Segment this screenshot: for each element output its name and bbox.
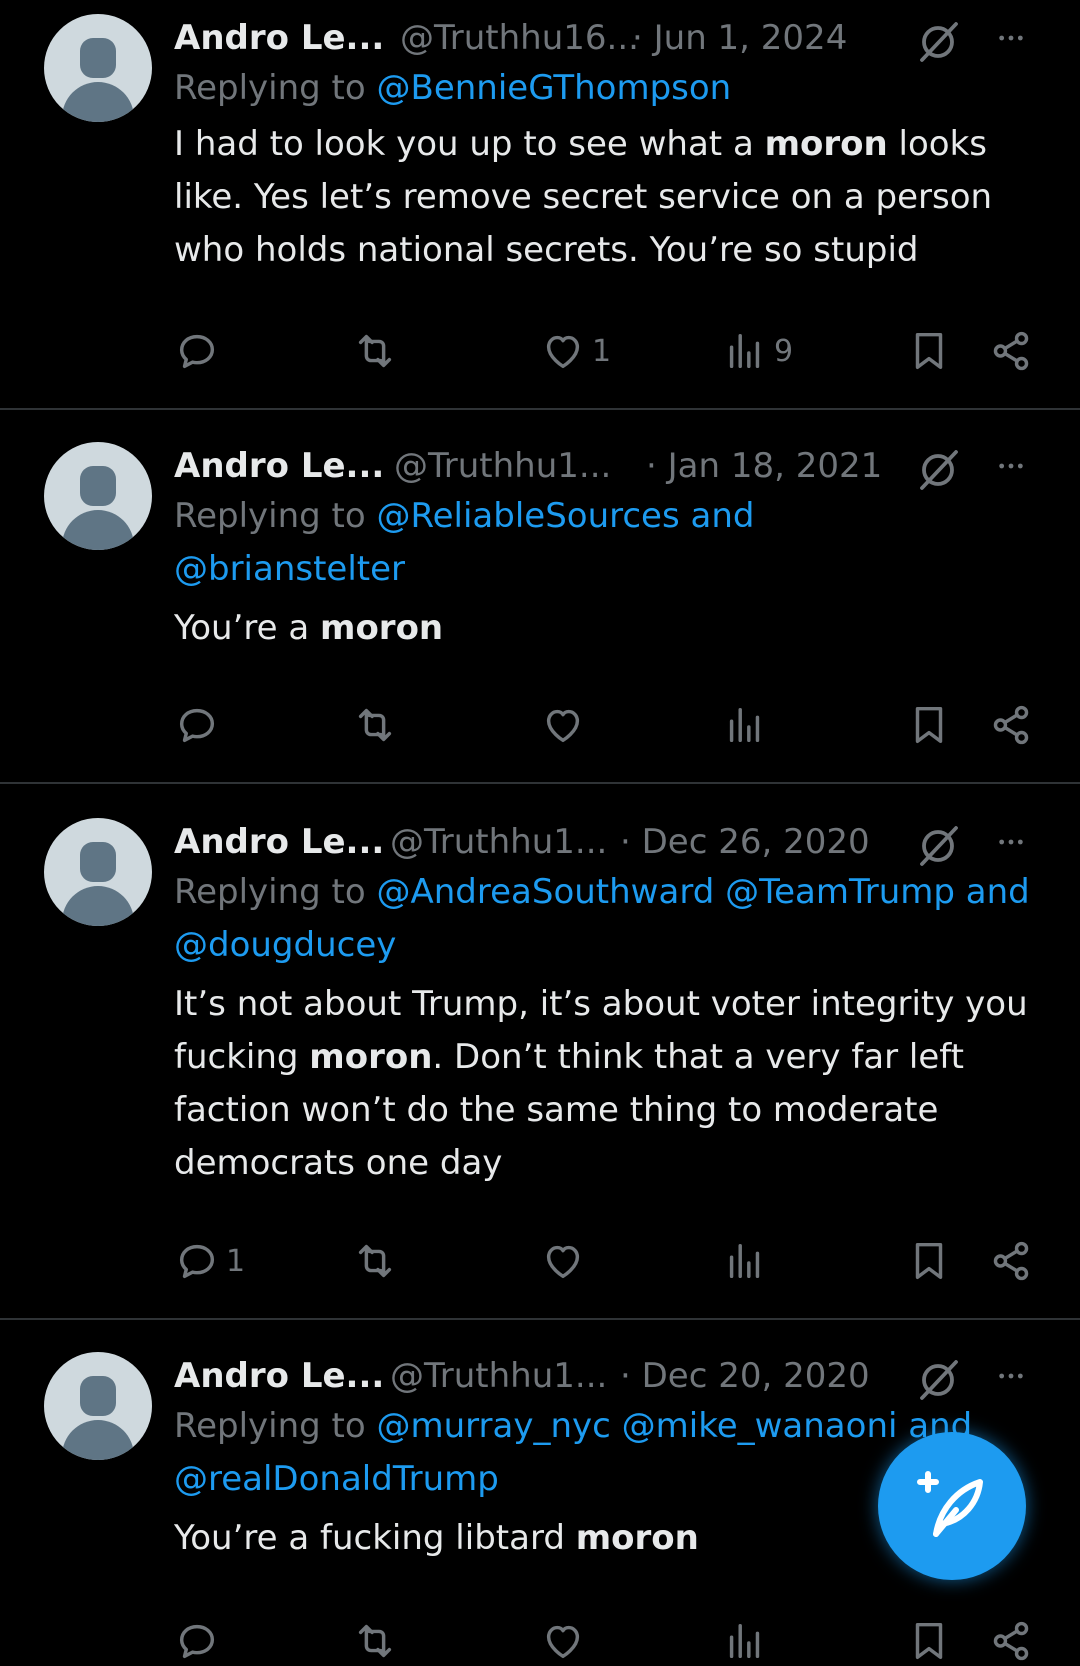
views-button[interactable] [722,1616,774,1666]
divider [0,782,1080,784]
grok-slash-icon[interactable] [914,446,962,494]
replying-to-label: Replying to [174,1406,366,1446]
reply-bubble-icon [174,1238,220,1284]
author-handle[interactable]: @Truthhu16... [400,14,639,62]
retweet-button[interactable] [352,326,398,376]
author-name[interactable]: Andro Le... [174,818,384,866]
reply-mentions[interactable]: @BennieGThompson [377,68,732,108]
more-dots-icon[interactable] [990,1360,1032,1392]
avatar[interactable] [44,818,152,926]
more-dots-icon[interactable] [990,450,1032,482]
replying-to: Replying to @murray_nyc @mike_wanaoni an… [174,1400,994,1506]
reply-button[interactable]: 1 [174,1236,245,1286]
reply-bubble-icon [174,1618,220,1664]
grok-slash-icon[interactable] [914,18,962,66]
bookmark-button[interactable] [906,1616,952,1666]
divider [0,1318,1080,1320]
replying-to: Replying to @BennieGThompson [174,62,1004,115]
like-button[interactable] [540,700,592,750]
views-bars-icon [722,1238,768,1284]
author-handle[interactable]: @Truthhu1... [394,442,611,490]
retweet-icon [352,1618,398,1664]
author-name[interactable]: Andro Le... [174,14,384,62]
reply-count: 1 [226,1243,246,1279]
more-dots-icon[interactable] [990,826,1032,858]
retweet-icon [352,1238,398,1284]
view-count: 9 [774,333,794,369]
retweet-button[interactable] [352,1236,398,1286]
like-button[interactable] [540,1616,592,1666]
tweet-actions: 1 [174,1236,1054,1286]
tweet-date[interactable]: · Jun 1, 2024 [632,14,847,62]
views-bars-icon [722,328,768,374]
like-button[interactable]: 1 [540,326,611,376]
reply-bubble-icon [174,702,220,748]
tweet-text: You’re a moron [174,608,444,648]
more-dots-icon[interactable] [990,22,1032,54]
tweet-text: It’s not about Trump, it’s about voter i… [174,984,1028,1183]
replying-to: Replying to @ReliableSources and @brians… [174,490,814,596]
bookmark-icon [906,1238,952,1284]
author-handle[interactable]: @Truthhu1... [390,1352,607,1400]
author-name[interactable]: Andro Le... [174,442,384,490]
retweet-button[interactable] [352,1616,398,1666]
views-button[interactable] [722,1236,774,1286]
reply-button[interactable] [174,700,226,750]
retweet-icon [352,328,398,374]
heart-icon [540,702,586,748]
grok-slash-icon[interactable] [914,1356,962,1404]
bookmark-button[interactable] [906,326,952,376]
share-icon [988,702,1034,748]
reply-button[interactable] [174,326,226,376]
tweet-date[interactable]: · Jan 18, 2021 [646,442,882,490]
views-bars-icon [722,702,768,748]
bookmark-button[interactable] [906,1236,952,1286]
replying-to: Replying to @AndreaSouthward @TeamTrump … [174,866,1034,972]
bookmark-icon [906,1618,952,1664]
compose-feather-icon [917,1471,983,1537]
heart-icon [540,328,586,374]
share-button[interactable] [988,326,1034,376]
bookmark-icon [906,328,952,374]
retweet-icon [352,702,398,748]
share-icon [988,1238,1034,1284]
share-button[interactable] [988,1236,1034,1286]
share-icon [988,328,1034,374]
grok-slash-icon[interactable] [914,822,962,870]
like-button[interactable] [540,1236,592,1286]
bookmark-icon [906,702,952,748]
tweet-actions [174,1616,1054,1666]
replying-to-label: Replying to [174,872,366,912]
avatar[interactable] [44,1352,152,1460]
reply-bubble-icon [174,328,220,374]
like-count: 1 [592,333,612,369]
reply-button[interactable] [174,1616,226,1666]
replying-to-label: Replying to [174,496,366,536]
avatar[interactable] [44,442,152,550]
views-bars-icon [722,1618,768,1664]
author-name[interactable]: Andro Le... [174,1352,384,1400]
tweet-actions: 1 9 [174,326,1054,376]
share-button[interactable] [988,700,1034,750]
divider [0,408,1080,410]
replying-to-label: Replying to [174,68,366,108]
share-button[interactable] [988,1616,1034,1666]
views-button[interactable] [722,700,774,750]
tweet-text: I had to look you up to see what a moron… [174,124,993,270]
tweet-date[interactable]: · Dec 26, 2020 [620,818,870,866]
tweet-actions [174,700,1054,750]
heart-icon [540,1238,586,1284]
bookmark-button[interactable] [906,700,952,750]
author-handle[interactable]: @Truthhu1... [390,818,607,866]
compose-button[interactable] [878,1432,1026,1580]
share-icon [988,1618,1034,1664]
tweet-date[interactable]: · Dec 20, 2020 [620,1352,870,1400]
views-button[interactable]: 9 [722,326,793,376]
heart-icon [540,1618,586,1664]
avatar[interactable] [44,14,152,122]
retweet-button[interactable] [352,700,398,750]
